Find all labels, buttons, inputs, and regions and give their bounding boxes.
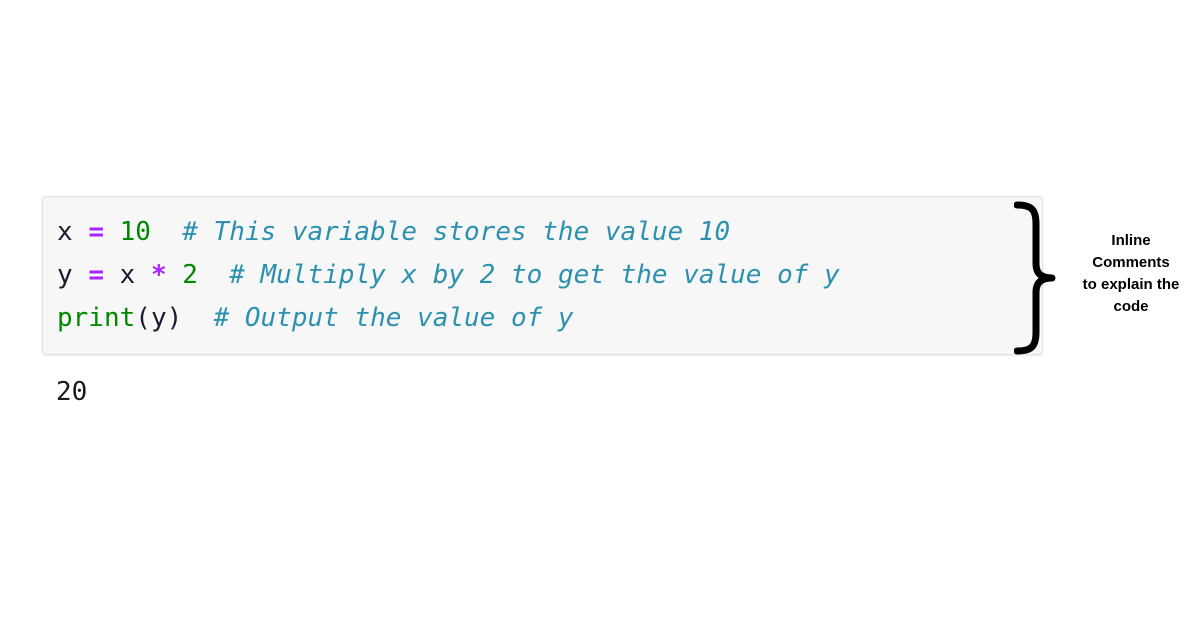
annotation-label-line-1: Inline xyxy=(1111,232,1151,249)
code-token-function: print xyxy=(57,303,136,333)
code-output-value: 20 xyxy=(56,377,88,407)
code-token-comment: # Multiply x by 2 to get the value of y xyxy=(229,260,840,290)
code-line: print(y) # Output the value of y xyxy=(57,297,840,340)
curly-brace-right-icon xyxy=(1014,201,1056,355)
code-block: x = 10 # This variable stores the value … xyxy=(42,196,1043,355)
code-lines: x = 10 # This variable stores the value … xyxy=(57,211,840,340)
code-token-operator: = xyxy=(88,217,104,247)
code-token-variable: y xyxy=(150,303,167,333)
code-line: y = x * 2 # Multiply x by 2 to get the v… xyxy=(57,254,840,297)
code-token-punctuation: ( xyxy=(135,303,151,333)
code-token-variable: x xyxy=(57,217,73,247)
code-token-comment: # This variable stores the value 10 xyxy=(182,217,731,247)
code-token-comment: # Output the value of y xyxy=(213,303,574,333)
annotation-group: Inline Comments to explain the code xyxy=(1014,198,1200,358)
code-token-variable: y xyxy=(57,260,73,290)
code-token-operator: = xyxy=(88,260,104,290)
annotation-label-line-3: to explain the xyxy=(1082,276,1180,293)
code-token-variable: x xyxy=(119,260,136,290)
annotation-label-line-2: Comments xyxy=(1092,254,1170,271)
annotation-label-line-4: code xyxy=(1113,298,1149,315)
code-token-number: 10 xyxy=(119,217,151,247)
code-token-number: 2 xyxy=(182,260,198,290)
annotation-label: Inline Comments to explain the code xyxy=(1062,230,1200,318)
code-token-punctuation: ) xyxy=(166,303,183,333)
code-token-operator: * xyxy=(150,260,167,290)
code-line: x = 10 # This variable stores the value … xyxy=(57,211,840,254)
